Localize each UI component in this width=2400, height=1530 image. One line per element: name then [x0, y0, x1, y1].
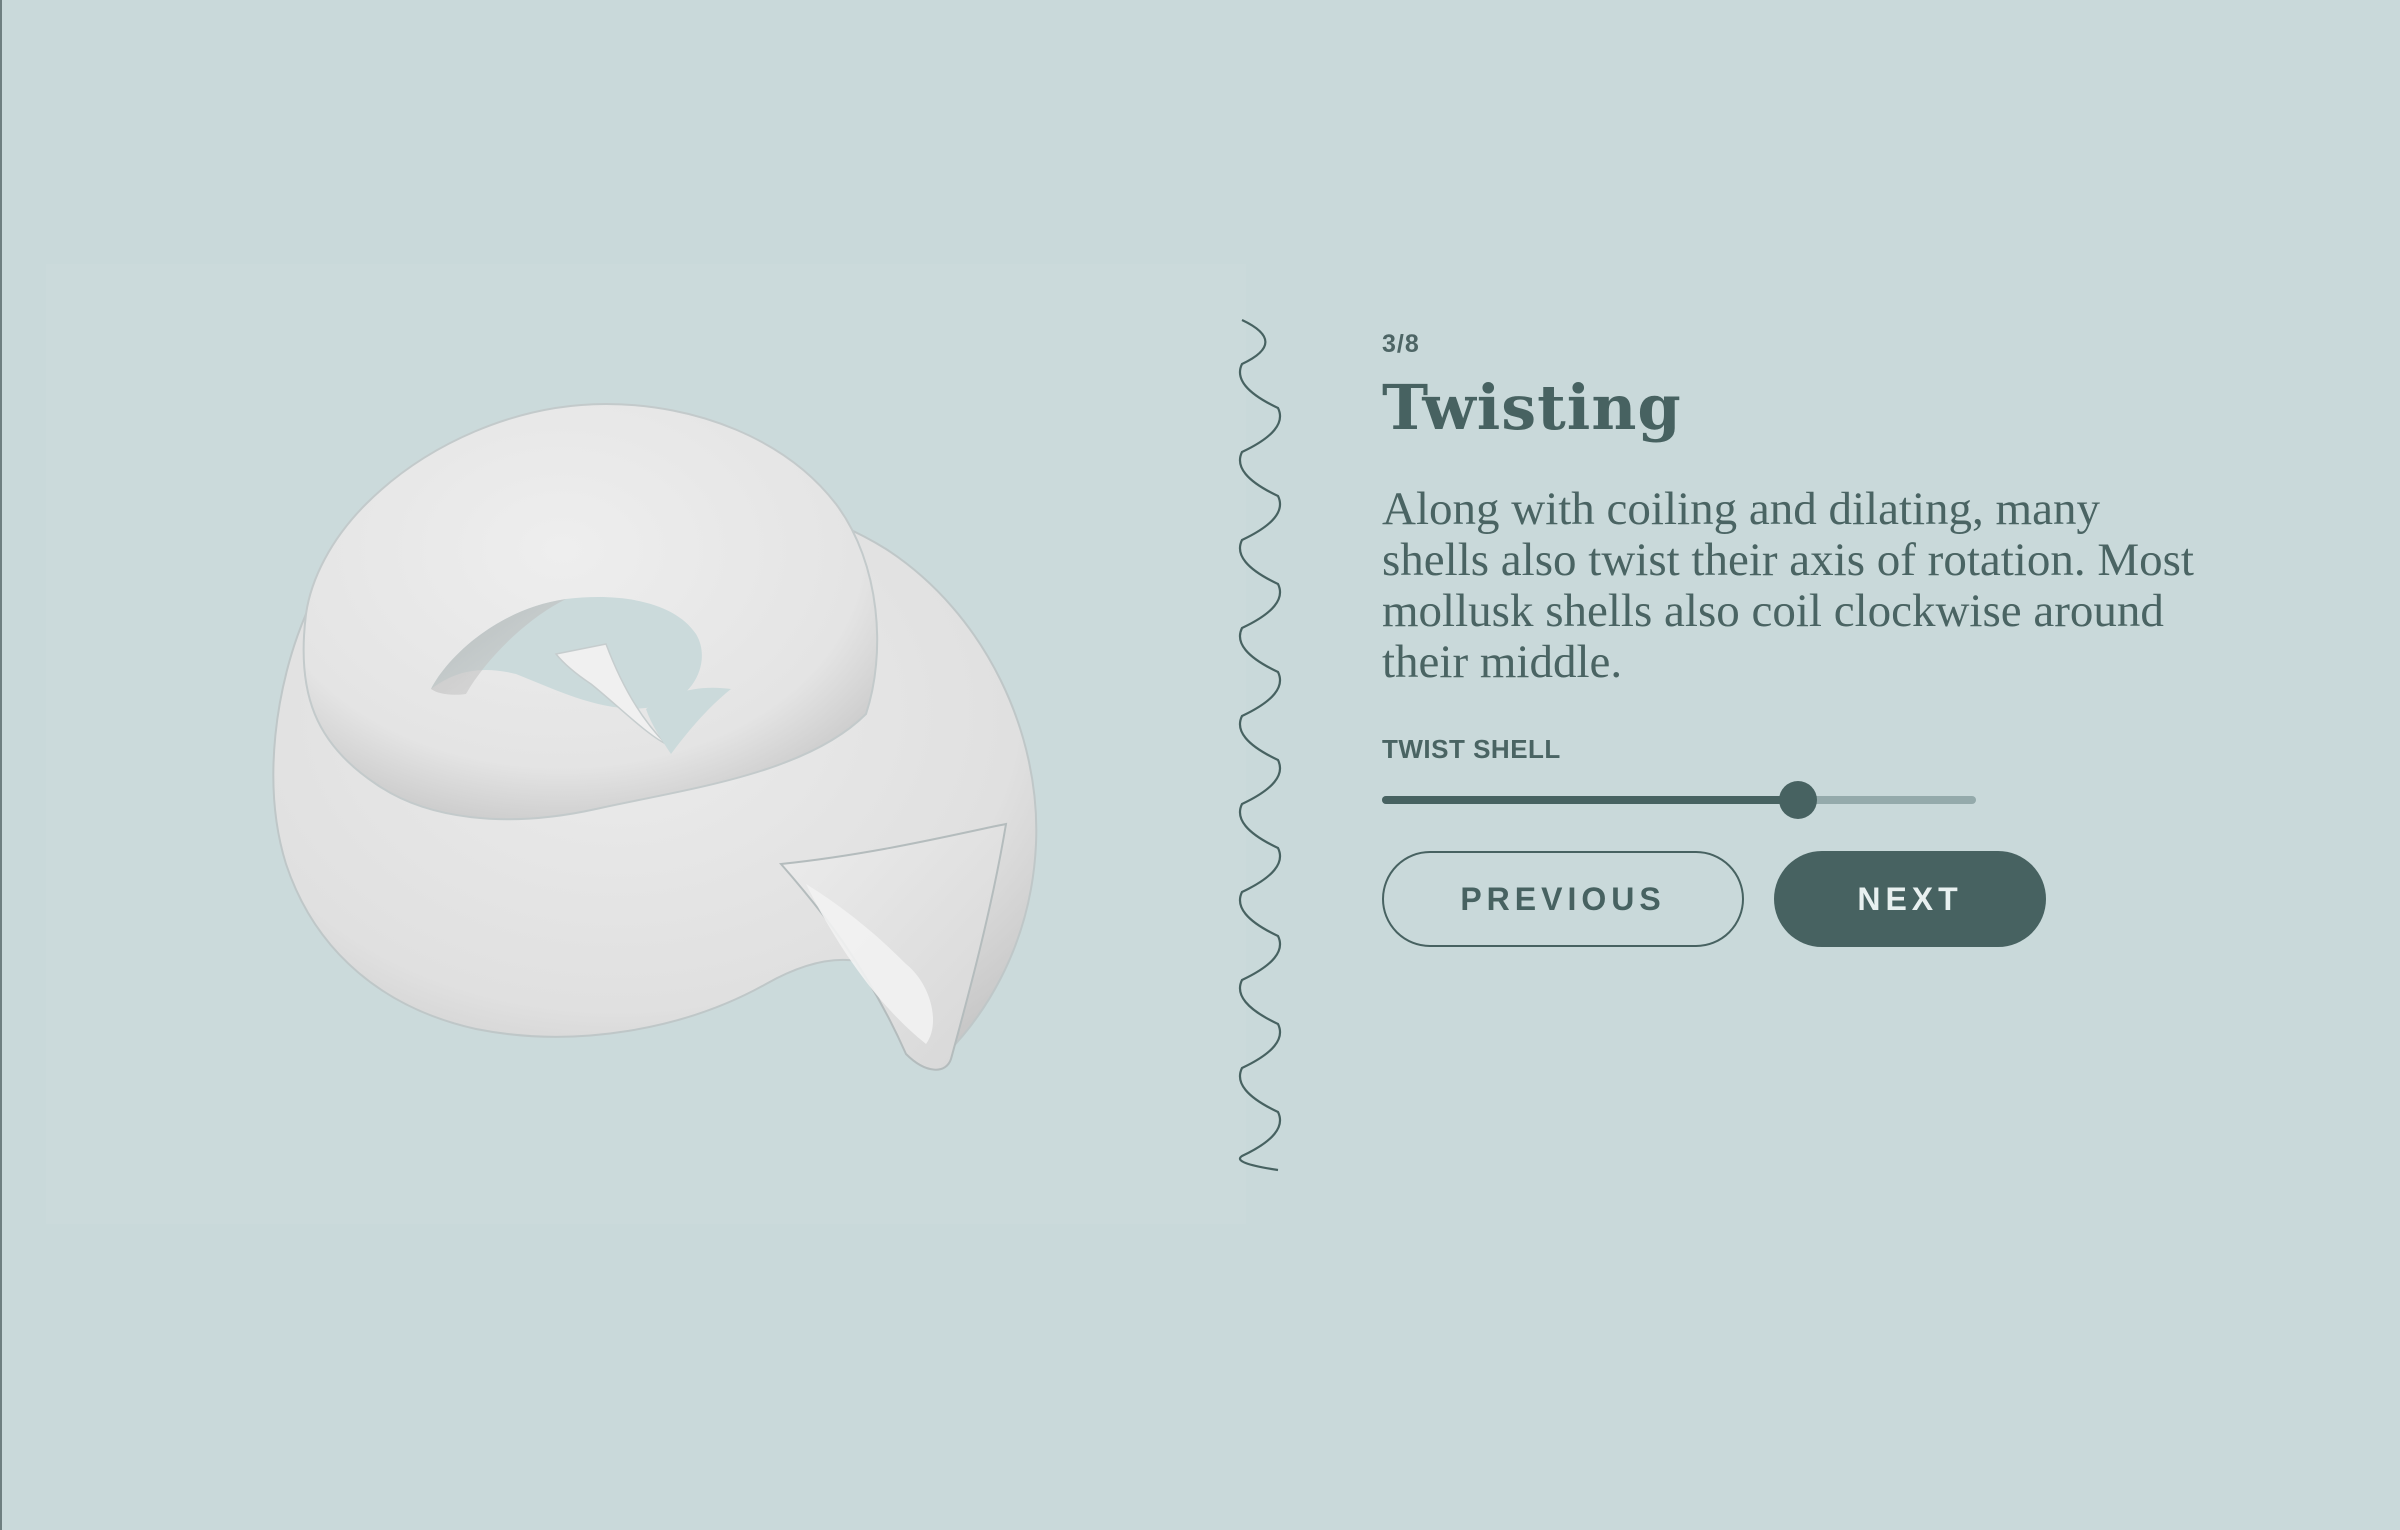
next-button[interactable]: NEXT	[1774, 851, 2046, 947]
step-indicator: 3/8	[1382, 330, 1420, 358]
wavy-line-icon	[1238, 319, 1282, 1172]
slider-label: TWIST SHELL	[1382, 734, 1561, 764]
shell-model[interactable]	[46, 264, 1246, 1224]
page-title: Twisting	[1382, 371, 1682, 444]
page: 3/8 Twisting Along with coiling and dila…	[0, 0, 2400, 1530]
slider-thumb[interactable]	[1779, 781, 1817, 819]
nav-buttons: PREVIOUS NEXT	[1382, 851, 2202, 947]
previous-button[interactable]: PREVIOUS	[1382, 851, 1744, 947]
description: Along with coiling and dilating, many sh…	[1382, 483, 2194, 688]
shell-3d-viewport[interactable]	[46, 264, 1246, 1224]
twist-slider[interactable]	[1382, 781, 1976, 821]
slider-fill	[1382, 796, 1798, 804]
info-panel: 3/8 Twisting Along with coiling and dila…	[1382, 330, 2202, 947]
